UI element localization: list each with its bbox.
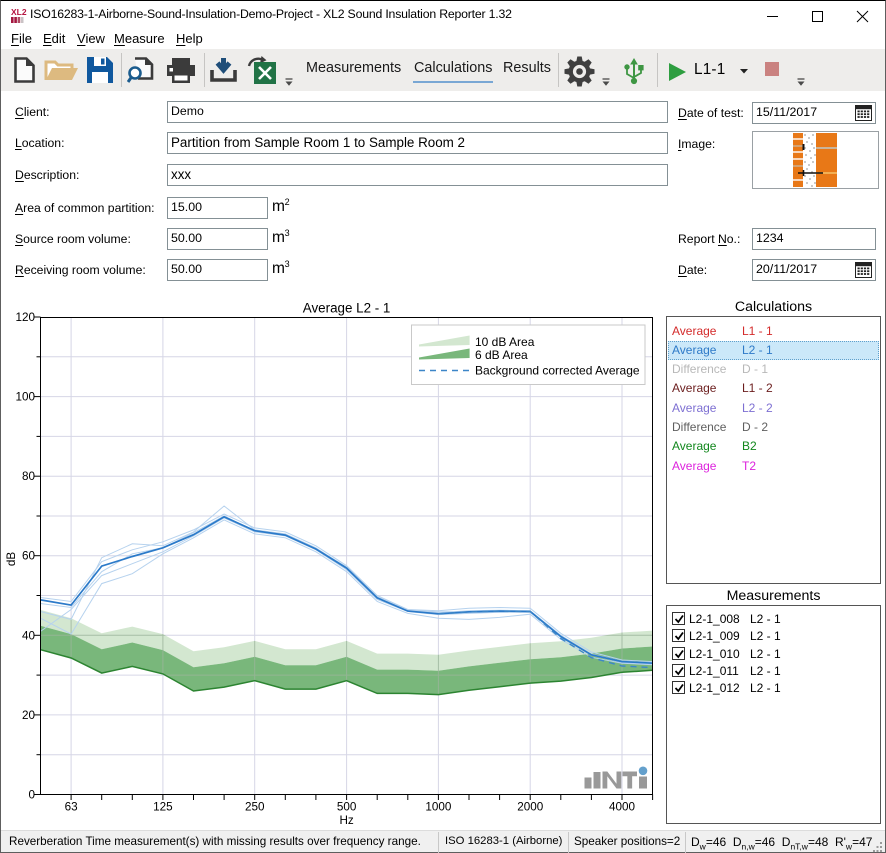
svg-text:Background corrected Average: Background corrected Average bbox=[475, 364, 640, 378]
svg-text:80: 80 bbox=[22, 470, 36, 483]
svg-text:63: 63 bbox=[65, 801, 78, 814]
svg-text:500: 500 bbox=[337, 801, 357, 814]
svg-text:40: 40 bbox=[22, 629, 36, 642]
svg-text:dB: dB bbox=[5, 552, 18, 567]
svg-text:10 dB Area: 10 dB Area bbox=[475, 335, 535, 349]
svg-text:120: 120 bbox=[15, 311, 35, 324]
svg-text:0: 0 bbox=[28, 789, 35, 802]
svg-text:20: 20 bbox=[22, 709, 36, 722]
svg-text:60: 60 bbox=[22, 550, 36, 563]
svg-text:1000: 1000 bbox=[425, 801, 452, 814]
svg-text:Average L2 - 1: Average L2 - 1 bbox=[303, 301, 391, 316]
svg-text:125: 125 bbox=[153, 801, 173, 814]
svg-text:2000: 2000 bbox=[517, 801, 544, 814]
svg-text:4000: 4000 bbox=[609, 801, 636, 814]
svg-text:100: 100 bbox=[15, 391, 35, 404]
svg-text:6 dB Area: 6 dB Area bbox=[475, 348, 528, 362]
svg-text:Hz: Hz bbox=[339, 814, 353, 827]
svg-text:XL2: XL2 bbox=[11, 7, 27, 17]
svg-text:250: 250 bbox=[245, 801, 265, 814]
